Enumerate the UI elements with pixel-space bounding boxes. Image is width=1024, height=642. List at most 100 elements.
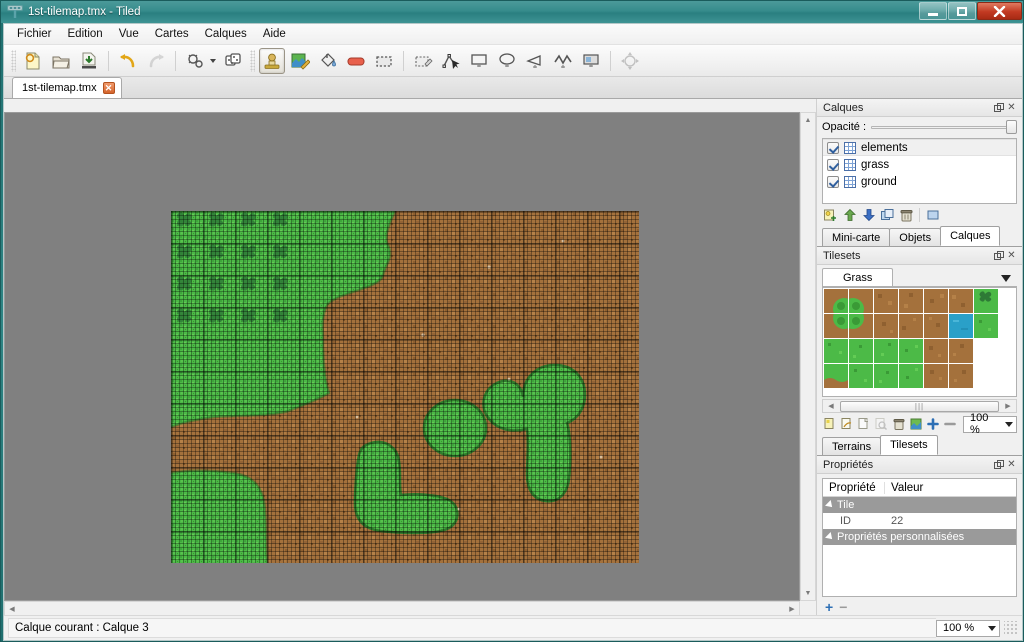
layer-row[interactable]: grass: [823, 156, 1016, 173]
tileset-tile[interactable]: [949, 289, 973, 313]
zoom-in-button[interactable]: [926, 416, 941, 433]
tab-mini-carte[interactable]: Mini-carte: [822, 228, 891, 246]
tileset-tile[interactable]: [924, 364, 948, 388]
insert-polyline-tool[interactable]: [550, 48, 576, 74]
expand-triangle-icon[interactable]: [825, 500, 835, 510]
chevron-down-icon[interactable]: [1005, 421, 1013, 427]
delete-layer-button[interactable]: [898, 207, 915, 224]
undock-icon[interactable]: [992, 249, 1005, 262]
tileset-tile[interactable]: [974, 289, 998, 313]
layer-row[interactable]: elements: [823, 139, 1016, 156]
remove-tileset-button[interactable]: [891, 416, 906, 433]
eraser-tool[interactable]: [343, 48, 369, 74]
tileset-tile[interactable]: [924, 289, 948, 313]
property-group-row[interactable]: Tile: [823, 497, 1016, 513]
insert-polygon-tool[interactable]: [522, 48, 548, 74]
document-tab[interactable]: 1st-tilemap.tmx ✕: [12, 77, 122, 98]
bucket-fill-tool[interactable]: [315, 48, 341, 74]
tileset-tile[interactable]: [949, 339, 973, 363]
scroll-up-icon[interactable]: ▲: [801, 113, 815, 127]
tileset-tile[interactable]: [849, 289, 873, 313]
tab-calques[interactable]: Calques: [940, 226, 1001, 246]
remove-property-button[interactable]: −: [839, 600, 847, 614]
tileset-tile[interactable]: [874, 314, 898, 338]
tileset-properties-button[interactable]: [874, 416, 889, 433]
toolbar-grip[interactable]: [11, 49, 16, 72]
scroll-left-icon[interactable]: ◀: [5, 602, 19, 616]
status-zoom-combo[interactable]: 100 %: [936, 619, 1000, 637]
close-button[interactable]: [977, 2, 1022, 20]
close-panel-icon[interactable]: ✕: [1005, 101, 1018, 114]
add-property-button[interactable]: +: [825, 600, 833, 614]
close-panel-icon[interactable]: ✕: [1005, 249, 1018, 262]
property-value[interactable]: 22: [885, 515, 1016, 527]
menu-edition[interactable]: Edition: [60, 25, 111, 43]
tileset-zoom-combo[interactable]: 100 %: [963, 412, 1017, 436]
layer-row[interactable]: ground: [823, 173, 1016, 190]
zoom-out-button[interactable]: [943, 416, 958, 433]
menu-calques[interactable]: Calques: [197, 25, 255, 43]
scroll-right-icon[interactable]: ▶: [785, 602, 799, 616]
select-object-tool[interactable]: [438, 48, 464, 74]
duplicate-layer-button[interactable]: [879, 207, 896, 224]
map-canvas[interactable]: [4, 112, 800, 601]
resize-grip-icon[interactable]: [1004, 621, 1018, 635]
tileset-tile[interactable]: [874, 364, 898, 388]
maximize-button[interactable]: [948, 2, 976, 20]
tileset-tile[interactable]: [849, 364, 873, 388]
properties-table[interactable]: Propriété Valeur Tile ID 22 Propriétés p…: [822, 478, 1017, 597]
property-group-row[interactable]: Propriétés personnalisées: [823, 529, 1016, 545]
undock-icon[interactable]: [992, 101, 1005, 114]
new-tileset-button[interactable]: [822, 416, 837, 433]
insert-tile-object-tool[interactable]: [578, 48, 604, 74]
tile-properties-button[interactable]: [220, 48, 246, 74]
close-tab-icon[interactable]: ✕: [102, 82, 115, 94]
scroll-thumb-vertical[interactable]: [802, 128, 814, 585]
map-properties-button[interactable]: [182, 48, 208, 74]
menu-vue[interactable]: Vue: [111, 25, 147, 43]
tileset-tile[interactable]: [874, 289, 898, 313]
tab-objets[interactable]: Objets: [889, 228, 942, 246]
rectangular-select-tool[interactable]: [371, 48, 397, 74]
import-tileset-button[interactable]: [839, 416, 854, 433]
layer-list[interactable]: elements grass ground: [822, 138, 1017, 204]
tileset-tile[interactable]: [899, 314, 923, 338]
chevron-down-icon[interactable]: [988, 625, 996, 631]
tileset-tile[interactable]: [849, 339, 873, 363]
tileset-tile[interactable]: [924, 314, 948, 338]
insert-ellipse-tool[interactable]: [494, 48, 520, 74]
tileset-tile[interactable]: [899, 339, 923, 363]
layer-visibility-checkbox[interactable]: [827, 141, 839, 154]
close-panel-icon[interactable]: ✕: [1005, 458, 1018, 471]
menu-cartes[interactable]: Cartes: [147, 25, 197, 43]
tileset-tile-grid[interactable]: [822, 287, 1017, 397]
tileset-tile[interactable]: [824, 314, 848, 338]
tileset-tile[interactable]: [899, 289, 923, 313]
new-map-button[interactable]: [20, 48, 46, 74]
insert-rectangle-tool[interactable]: [466, 48, 492, 74]
magic-wand-tool[interactable]: [410, 48, 436, 74]
opacity-slider[interactable]: [871, 120, 1017, 134]
tileset-tile[interactable]: [924, 339, 948, 363]
tab-terrains[interactable]: Terrains: [822, 437, 882, 455]
map-properties-menu-arrow[interactable]: [210, 58, 216, 63]
move-layer-up-button[interactable]: [841, 207, 858, 224]
scroll-thumb-horizontal[interactable]: |||: [840, 400, 999, 412]
tileset-tile[interactable]: [824, 289, 848, 313]
open-map-button[interactable]: [48, 48, 74, 74]
undo-button[interactable]: [115, 48, 141, 74]
tileset-tile[interactable]: [949, 314, 973, 338]
map-vertical-scrollbar[interactable]: ▲ ▼: [800, 112, 816, 601]
property-row[interactable]: ID 22: [823, 513, 1016, 529]
chevron-down-icon[interactable]: [1001, 275, 1011, 282]
edit-polygons-tool[interactable]: [617, 48, 643, 74]
undock-icon[interactable]: [992, 458, 1005, 471]
tab-tilesets[interactable]: Tilesets: [880, 435, 938, 455]
tileset-tab-grass[interactable]: Grass: [822, 268, 894, 286]
new-layer-button[interactable]: [822, 207, 839, 224]
redo-button[interactable]: [143, 48, 169, 74]
expand-triangle-icon[interactable]: [825, 532, 835, 542]
scroll-down-icon[interactable]: ▼: [801, 586, 815, 600]
move-layer-down-button[interactable]: [860, 207, 877, 224]
scroll-left-icon[interactable]: ◀: [824, 399, 838, 413]
